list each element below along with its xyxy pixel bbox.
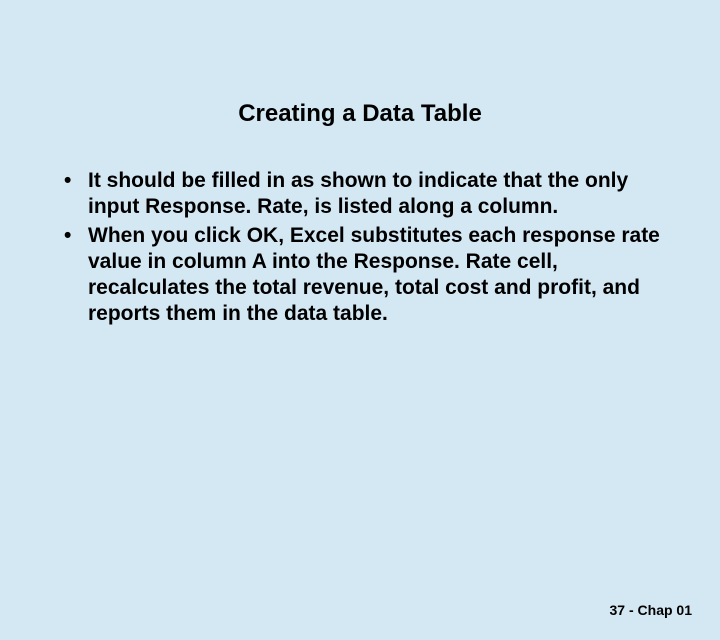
slide-title: Creating a Data Table xyxy=(0,100,720,128)
bullet-marker-icon: • xyxy=(58,223,88,328)
bullet-list: • It should be filled in as shown to ind… xyxy=(58,168,660,328)
list-item: • It should be filled in as shown to ind… xyxy=(58,168,660,221)
slide-container: Creating a Data Table • It should be fil… xyxy=(0,100,720,640)
bullet-text: When you click OK, Excel substitutes eac… xyxy=(88,223,660,328)
list-item: • When you click OK, Excel substitutes e… xyxy=(58,223,660,328)
bullet-text: It should be filled in as shown to indic… xyxy=(88,168,660,221)
slide-footer: 37 - Chap 01 xyxy=(610,602,692,618)
slide-content: • It should be filled in as shown to ind… xyxy=(0,168,720,328)
bullet-marker-icon: • xyxy=(58,168,88,221)
